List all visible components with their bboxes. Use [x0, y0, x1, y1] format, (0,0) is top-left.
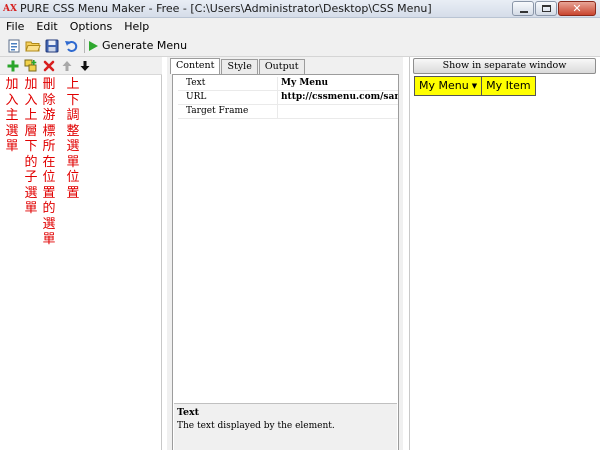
- property-row-target-frame[interactable]: Target Frame: [178, 105, 398, 119]
- description-text: The text displayed by the element.: [177, 421, 335, 431]
- add-sub-icon[interactable]: [24, 59, 38, 73]
- property-row-text[interactable]: Text My Menu: [178, 77, 398, 91]
- new-page-icon[interactable]: [6, 38, 22, 54]
- property-name: Text: [178, 77, 278, 90]
- toolbar-separator: [84, 38, 85, 53]
- property-row-url[interactable]: URL http://cssmenu.com/sample/p: [178, 91, 398, 105]
- description-title: Text: [177, 407, 200, 418]
- play-icon: [89, 40, 98, 51]
- show-separate-window-button[interactable]: Show in separate window: [413, 58, 596, 74]
- preview-menu-label: My Menu: [419, 79, 469, 92]
- property-value[interactable]: http://cssmenu.com/sample/p: [278, 91, 398, 104]
- add-plus-icon[interactable]: [6, 59, 20, 73]
- property-description: Text The text displayed by the element.: [174, 403, 397, 450]
- annotation-add-submenu: 加入上層下的子選單: [24, 77, 38, 216]
- app-logo-icon: AX: [3, 4, 17, 14]
- preview-menu-item[interactable]: My Item: [482, 76, 536, 96]
- tab-output[interactable]: Output: [258, 59, 305, 74]
- property-value[interactable]: My Menu: [278, 77, 398, 90]
- menu-bar: File Edit Options Help: [0, 18, 600, 35]
- annotation-reorder-menu: 上下調整選單位置: [66, 77, 80, 201]
- minimize-icon: [520, 11, 528, 13]
- window-controls: ✕: [511, 1, 596, 17]
- property-grid-box: Text My Menu URL http://cssmenu.com/samp…: [172, 74, 399, 450]
- title-bar: AX PURE CSS Menu Maker - Free - [C:\User…: [0, 0, 600, 18]
- tab-content[interactable]: Content: [170, 58, 221, 74]
- property-value[interactable]: [278, 105, 398, 118]
- property-name: URL: [178, 91, 278, 104]
- property-grid: Text My Menu URL http://cssmenu.com/samp…: [178, 77, 398, 119]
- dropdown-arrow-icon: ▼: [471, 82, 478, 90]
- close-button[interactable]: ✕: [558, 1, 596, 16]
- properties-tabs: Content Style Output: [170, 58, 306, 75]
- property-name: Target Frame: [178, 105, 278, 118]
- maximize-icon: [542, 5, 551, 12]
- annotation-delete-menu: 刪除游標所在位置的選單: [42, 77, 56, 247]
- minimize-button[interactable]: [512, 1, 534, 16]
- generate-menu-button[interactable]: Generate Menu: [87, 37, 191, 55]
- generate-menu-label: Generate Menu: [102, 39, 188, 52]
- main-toolbar: Generate Menu: [0, 35, 600, 57]
- move-up-icon[interactable]: [60, 59, 74, 73]
- window-title: PURE CSS Menu Maker - Free - [C:\Users\A…: [20, 2, 432, 15]
- open-folder-icon[interactable]: [25, 38, 41, 54]
- preview-menu-item[interactable]: My Menu ▼: [414, 76, 483, 96]
- annotation-add-main-menu: 加入主選單: [5, 77, 19, 154]
- menu-edit[interactable]: Edit: [30, 18, 63, 35]
- menu-help[interactable]: Help: [118, 18, 155, 35]
- properties-panel: Content Style Output Text My Menu URL ht…: [167, 57, 403, 450]
- menu-tree-panel: 加入主選單 加入上層下的子選單 刪除游標所在位置的選單 上下調整選單位置: [0, 57, 162, 450]
- maximize-button[interactable]: [535, 1, 557, 16]
- menu-options[interactable]: Options: [64, 18, 118, 35]
- undo-icon[interactable]: [63, 38, 79, 54]
- close-icon: ✕: [572, 2, 582, 15]
- preview-menu-label: My Item: [486, 79, 531, 92]
- menu-file[interactable]: File: [0, 18, 30, 35]
- tab-style[interactable]: Style: [221, 59, 258, 74]
- save-disk-icon[interactable]: [44, 38, 60, 54]
- move-down-icon[interactable]: [78, 59, 92, 73]
- tree-toolbar: [0, 57, 162, 75]
- preview-menu: My Menu ▼ My Item: [414, 76, 536, 96]
- delete-x-icon[interactable]: [42, 59, 56, 73]
- preview-panel: Show in separate window My Menu ▼ My Ite…: [409, 57, 600, 450]
